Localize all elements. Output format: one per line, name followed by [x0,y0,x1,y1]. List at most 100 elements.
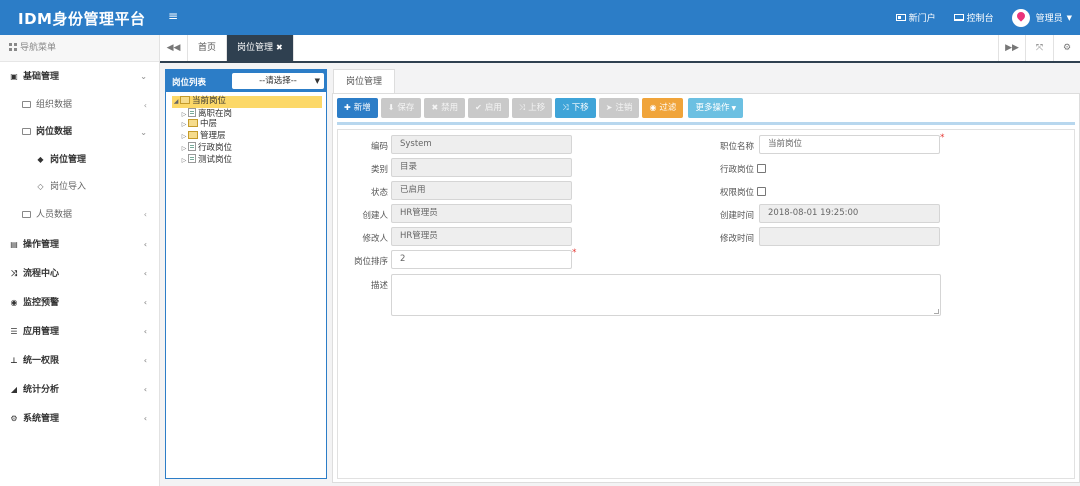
close-icon[interactable]: ✖ [276,43,283,52]
sidebar-item-basic[interactable]: ▣ 基础管理 ⌄ [0,62,159,92]
fullscreen-icon[interactable]: ⤧ [1026,35,1054,61]
perm-post-checkbox[interactable] [757,187,766,196]
sidebar-item-label: 人员数据 [36,210,73,220]
sidebar-item-stats[interactable]: ◢ 统计分析 ‹ [0,375,159,404]
tab-scroll-left-icon[interactable]: ◀◀ [160,35,188,61]
tree-node[interactable]: ▷ 中层 [170,119,322,131]
tree-filter-select[interactable]: --请选择-- ▼ [232,73,324,89]
filter-button[interactable]: ◉ 过滤 [642,98,684,118]
sidebar-item-operation[interactable]: ▤ 操作管理 ‹ [0,230,159,259]
add-button[interactable]: ✚ 新增 [337,98,378,118]
save-button[interactable]: ⬇ 保存 [380,98,422,118]
caret-down-icon: ▼ [731,105,737,112]
select-value: --请选择-- [259,76,297,86]
more-actions-button[interactable]: 更多操作 ▼ [688,98,744,118]
menu-toggle-icon[interactable]: ≡ [168,9,178,23]
list-icon: ☰ [10,327,18,336]
sidebar-item-label: 系统管理 [23,414,60,424]
tree-node[interactable]: ▷ 测试岗位 [170,153,322,167]
chevron-left-icon: ‹ [143,414,147,423]
book-icon: ▤ [10,240,18,249]
sidebar-item-person-data[interactable]: 人员数据 ‹ [0,200,159,230]
creator-field: HR管理员 [391,204,572,223]
sidebar-title: 导航菜单 [20,43,57,53]
sitemap-icon: ⊥ [10,356,18,365]
resize-handle[interactable] [934,309,939,314]
tree-node-root[interactable]: ◢ 当前岗位 [172,96,322,108]
post-form: 编码 System 职位名称 当前岗位 * 类别 目录 行政岗位 状态 已启用 … [337,129,1075,479]
portal-label: 新门户 [908,14,936,24]
code-field: System [391,135,572,154]
id-card-icon: ▣ [10,72,18,81]
tree-node-label: 测试岗位 [198,154,233,165]
button-label: 保存 [397,103,415,113]
tab-home[interactable]: 首页 [188,35,228,61]
document-icon [188,153,196,163]
sidebar-item-apps[interactable]: ☰ 应用管理 ‹ [0,317,159,346]
tree-node[interactable]: ▷ 管理层 [170,130,322,143]
sidebar-item-monitor[interactable]: ◉ 监控预警 ‹ [0,288,159,317]
top-header: IDM身份管理平台 ≡ 新门户 控制台 管理员 ▼ [0,0,1080,35]
sidebar-item-flow[interactable]: ⤨ 流程中心 ‹ [0,259,159,288]
cancel-button[interactable]: ➤ 注销 [598,98,640,118]
sidebar: 导航菜单 ▣ 基础管理 ⌄ 组织数据 ‹ 岗位数据 ⌄ ◆ 岗位管理 ◇ 岗位导入 人… [0,35,160,486]
sidebar-item-label: 流程中心 [23,269,60,279]
tree-node-label: 当前岗位 [192,96,227,106]
chevron-down-icon: ⌄ [140,128,147,137]
tab-scroll-right-icon[interactable]: ▶▶ [998,35,1026,61]
gear-icon[interactable]: ⚙ [1053,35,1080,61]
download-icon: ⬇ [387,103,395,112]
status-field: 已启用 [391,181,572,200]
sort-input[interactable]: 2 [391,250,572,269]
sidebar-item-org-data[interactable]: 组织数据 ‹ [0,92,159,119]
move-up-button[interactable]: ⤨ 上移 [511,98,553,118]
sidebar-item-label: 组织数据 [36,100,73,110]
tree-node[interactable]: ▷ 行政岗位 [170,142,322,154]
caret-right-icon[interactable]: ▷ [180,155,188,167]
id-card-icon [895,14,906,21]
console-link[interactable]: 控制台 [953,11,994,24]
close-icon: ✖ [431,103,439,112]
sidebar-item-post-data[interactable]: 岗位数据 ⌄ [0,119,159,146]
toolbar: ✚ 新增 ⬇ 保存 ✖ 禁用 ✔ 启用 ⤨ 上移 ⤨ 下移 ➤ 注销 ◉ 过滤 更多操作 ▼ [337,98,744,118]
document-icon [188,107,196,117]
sidebar-item-label: 岗位数据 [36,127,73,137]
post-detail-panel: ✚ 新增 ⬇ 保存 ✖ 禁用 ✔ 启用 ⤨ 上移 ⤨ 下移 ➤ 注销 ◉ 过滤 更多操作 ▼ 编码… [332,93,1080,483]
tree-node-label: 中层 [200,119,218,129]
sidebar-item-label: 基础管理 [23,72,60,82]
category-label: 类别 [370,165,388,175]
sidebar-item-label: 操作管理 [23,240,60,250]
caret-right-icon[interactable]: ▷ [180,143,188,155]
document-icon [188,142,196,151]
caret-right-icon[interactable]: ▷ [180,119,188,131]
user-menu[interactable]: 管理员 ▼ [1011,8,1072,27]
tab-post-manage[interactable]: 岗位管理 ✖ [227,35,294,61]
modifier-label: 修改人 [362,234,388,244]
tree-node-label: 管理层 [200,130,226,141]
required-mark: * [572,248,577,258]
folder-icon [188,119,198,127]
sidebar-item-label: 监控预警 [23,298,60,308]
sidebar-item-label: 统计分析 [23,385,60,395]
tab-post-detail[interactable]: 岗位管理 [333,69,396,93]
required-mark: * [940,133,945,143]
tag-icon: ◆ [37,155,44,164]
admin-post-checkbox[interactable] [757,164,766,173]
sidebar-item-post-manage[interactable]: ◆ 岗位管理 [0,146,159,173]
desc-textarea[interactable] [391,274,941,316]
sidebar-item-post-import[interactable]: ◇ 岗位导入 [0,173,159,200]
portal-link[interactable]: 新门户 [895,11,936,24]
tab-label: 岗位管理 [237,43,274,53]
status-label: 状态 [370,188,388,198]
caret-down-icon[interactable]: ◢ [172,96,180,108]
caret-right-icon[interactable]: ▷ [180,131,188,143]
sidebar-item-system[interactable]: ⚙ 系统管理 ‹ [0,404,159,433]
chevron-left-icon: ‹ [143,298,147,307]
move-down-button[interactable]: ⤨ 下移 [555,98,596,118]
disable-button[interactable]: ✖ 禁用 [424,98,466,118]
enable-button[interactable]: ✔ 启用 [468,98,509,118]
tab-label: 首页 [198,43,217,53]
sidebar-item-permission[interactable]: ⊥ 统一权限 ‹ [0,346,159,375]
post-name-input[interactable]: 当前岗位 [759,135,940,154]
tree-node[interactable]: ▷ 离职在岗 [170,107,322,120]
